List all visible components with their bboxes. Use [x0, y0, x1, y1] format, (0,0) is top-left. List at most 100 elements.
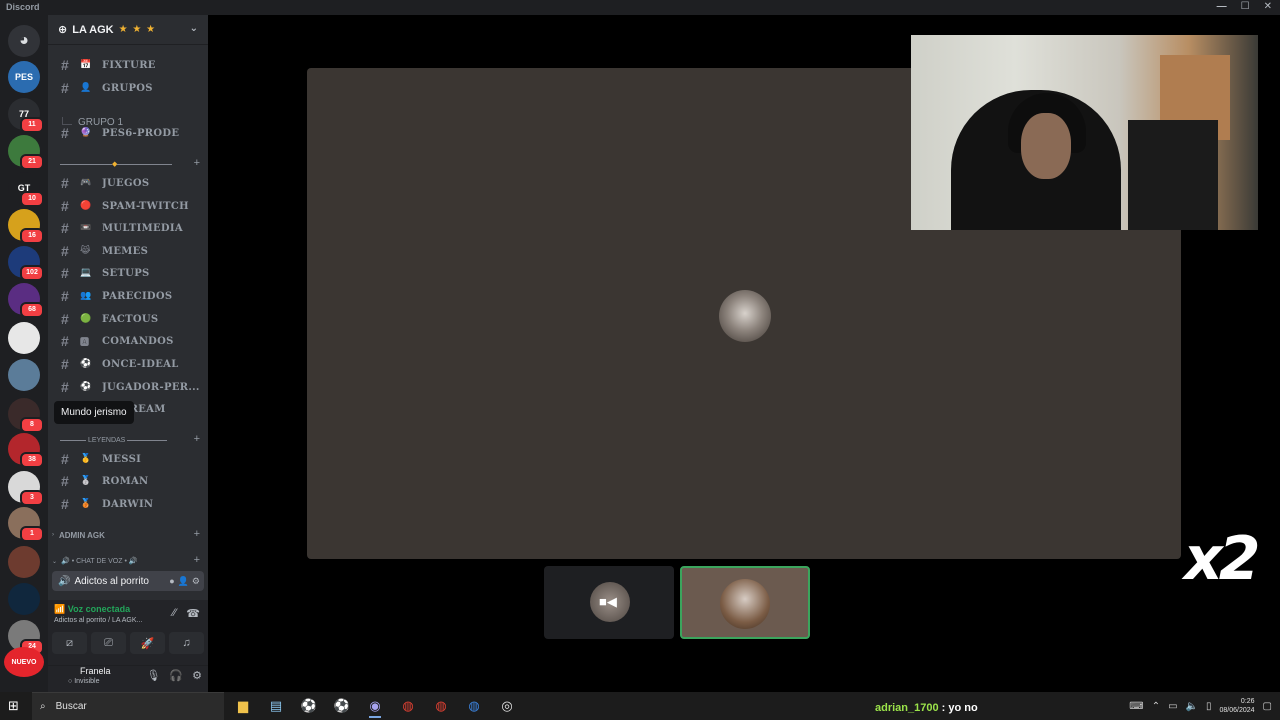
- server-icon-guild-silhouette[interactable]: [8, 322, 40, 354]
- game-app-icon-2[interactable]: ⚽: [331, 694, 353, 718]
- server-icon-guild-blue[interactable]: 102: [8, 246, 44, 281]
- chevron-up-icon[interactable]: ⌃: [1152, 701, 1160, 712]
- channel-item[interactable]: # 🟢 FACTOUS: [54, 309, 204, 329]
- channel-item[interactable]: # 👤 GRUPOS: [54, 78, 204, 98]
- category-admin[interactable]: › ADMIN AGK +: [52, 528, 202, 542]
- channel-item[interactable]: # 😹 MEMES: [54, 241, 204, 261]
- channel-name: PARECIDOS: [102, 290, 173, 302]
- server-icon-guild-gt[interactable]: GT 10: [8, 172, 44, 207]
- file-explorer-icon[interactable]: ▆: [232, 694, 254, 718]
- channel-item[interactable]: # 👥 PARECIDOS: [54, 286, 204, 306]
- chrome-icon[interactable]: ◍: [397, 694, 419, 718]
- volume-icon[interactable]: 🔈: [1186, 701, 1198, 712]
- server-icon-guild-mask[interactable]: [8, 583, 40, 615]
- soundboard-button[interactable]: ♫: [169, 632, 204, 654]
- server-icon-pes6[interactable]: PES: [8, 61, 40, 93]
- add-channel-icon[interactable]: +: [194, 433, 200, 445]
- headphones-icon[interactable]: 🎧: [169, 669, 183, 682]
- channel-item[interactable]: # 🥇 MESSI: [54, 449, 204, 469]
- noise-suppression-icon[interactable]: ⁄⁄: [173, 607, 177, 620]
- channel-emoji-icon: 🔮: [80, 128, 92, 138]
- channel-emoji-icon: 🔴: [80, 201, 92, 211]
- category-divider[interactable]: ◆ +: [52, 157, 202, 171]
- channel-item[interactable]: # ⚽ JUGADOR-PER...: [54, 377, 204, 397]
- channel-name: GRUPOS: [102, 82, 153, 94]
- channel-item[interactable]: # 📼 MULTIMEDIA: [54, 218, 204, 238]
- window-title: Discord: [6, 2, 40, 12]
- add-channel-icon[interactable]: +: [194, 157, 200, 169]
- server-icon: ⊕: [58, 24, 68, 36]
- invite-icon[interactable]: 👤: [178, 576, 189, 587]
- mention-badge: 11: [20, 117, 44, 133]
- server-icon-guild-purple[interactable]: 68: [8, 283, 44, 318]
- activities-button[interactable]: 🚀: [130, 632, 165, 654]
- disconnect-icon[interactable]: ☎: [186, 607, 200, 620]
- category-leyendas[interactable]: LEYENDAS +: [52, 433, 202, 447]
- hash-icon: #: [60, 356, 70, 372]
- channel-item[interactable]: # 🎮 JUEGOS: [54, 173, 204, 193]
- chevron-down-icon[interactable]: ⌄: [190, 23, 198, 34]
- new-server-promo[interactable]: NUEVO: [4, 647, 44, 677]
- chrome-icon-3[interactable]: ◍: [463, 694, 485, 718]
- category-voice[interactable]: ⌄ 🔊 • CHAT DE VOZ • 🔊 +: [52, 554, 202, 568]
- microphone-icon[interactable]: 🎙: [146, 669, 160, 682]
- channel-item[interactable]: # 🥈 ROMAN: [54, 471, 204, 491]
- channel-emoji-icon: 📼: [80, 223, 92, 233]
- channel-name: SPAM-TWITCH: [102, 200, 189, 212]
- server-icon-guild-stadium[interactable]: [8, 359, 40, 391]
- screen-share-button[interactable]: ⎚: [91, 632, 126, 654]
- chat-bubble-icon[interactable]: ●: [169, 576, 174, 587]
- participant-thumbnail-speaking[interactable]: [680, 566, 810, 639]
- server-icon-home[interactable]: ◕: [8, 25, 40, 57]
- search-placeholder: Buscar: [55, 701, 87, 712]
- windows-start-icon[interactable]: ⊞: [8, 699, 22, 713]
- add-channel-icon[interactable]: +: [194, 554, 200, 566]
- hash-icon: #: [60, 288, 70, 304]
- maximize-button[interactable]: ☐: [1241, 1, 1250, 12]
- discord-icon: ◕: [19, 32, 29, 49]
- channel-item[interactable]: # 🥉 DARWIN: [54, 494, 204, 514]
- gear-icon[interactable]: ⚙: [192, 576, 200, 587]
- obs-icon[interactable]: ◎: [496, 694, 518, 718]
- channel-item[interactable]: # ⚽ ONCE-IDEAL: [54, 354, 204, 374]
- system-clock[interactable]: 0:26 08/06/2024: [1220, 697, 1255, 715]
- close-button[interactable]: ✕: [1264, 1, 1272, 12]
- server-icon-guild-mundo-jerismo[interactable]: 8: [8, 398, 44, 433]
- channel-item[interactable]: # 🅰 COMANDOS: [54, 331, 204, 351]
- stream-chat-overlay: adrian_1700 : yo no: [875, 702, 978, 714]
- participant-thumbnail[interactable]: ■◀: [544, 566, 674, 639]
- minimize-button[interactable]: —: [1217, 1, 1227, 12]
- gear-icon[interactable]: ⚙: [192, 669, 202, 682]
- voice-status[interactable]: 📶 Voz conectada: [54, 604, 130, 615]
- channel-emoji-icon: 😹: [80, 246, 91, 256]
- notification-icon[interactable]: ▢: [1263, 701, 1272, 712]
- screen-share-icon: ⎚: [104, 636, 113, 649]
- mention-badge: 38: [20, 452, 44, 468]
- server-icon-guild-face[interactable]: 1: [8, 507, 44, 542]
- taskbar-search[interactable]: ⌕ Buscar: [32, 692, 224, 720]
- battery-icon[interactable]: ▯: [1206, 701, 1212, 712]
- notepad-icon[interactable]: ▤: [265, 694, 287, 718]
- server-icon-guild-white[interactable]: 3: [8, 471, 44, 506]
- add-channel-icon[interactable]: +: [194, 528, 200, 540]
- voice-channel-active[interactable]: 🔊 Adictos al porrito ● 👤 ⚙: [52, 571, 204, 591]
- camera-button[interactable]: ⧄: [52, 632, 87, 654]
- username[interactable]: Franela: [80, 666, 111, 676]
- server-icon-guild-mix[interactable]: [8, 546, 40, 578]
- server-icon-guild-red[interactable]: 38: [8, 433, 44, 468]
- keyboard-icon[interactable]: ⌨: [1129, 701, 1143, 712]
- channel-item[interactable]: # 📅 FIXTURE: [54, 55, 204, 75]
- hash-icon: #: [60, 265, 70, 281]
- server-icon-guild-comunidad[interactable]: 21: [8, 135, 44, 170]
- server-header[interactable]: ⊕ LA AGK ★ ★ ★ ⌄: [48, 15, 208, 45]
- discord-app-icon[interactable]: ◉: [364, 694, 386, 718]
- network-icon[interactable]: ▭: [1168, 701, 1177, 712]
- server-icon-guild-77[interactable]: 77 11: [8, 98, 44, 133]
- chat-username: adrian_1700: [875, 702, 939, 714]
- server-icon-guild-yellow[interactable]: 16: [8, 209, 44, 244]
- chrome-icon-2[interactable]: ◍: [430, 694, 452, 718]
- channel-item[interactable]: # 💻 SETUPS: [54, 263, 204, 283]
- channel-item[interactable]: # 🔴 SPAM-TWITCH: [54, 196, 204, 216]
- game-app-icon[interactable]: ⚽: [298, 694, 320, 718]
- channel-item[interactable]: # 🔮 PES6-PRODE: [54, 123, 204, 143]
